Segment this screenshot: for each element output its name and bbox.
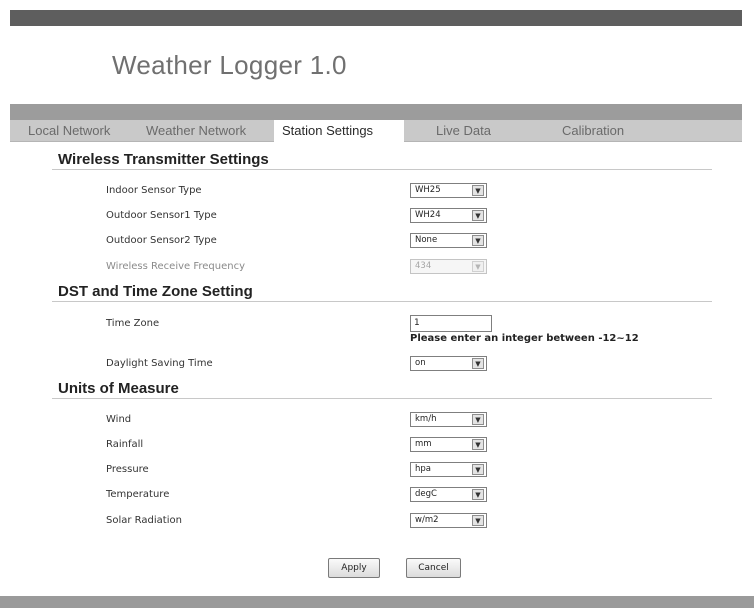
rainfall-unit-select[interactable]: mm ▼	[410, 437, 487, 452]
chevron-down-icon: ▼	[472, 414, 484, 425]
rainfall-unit-value: mm	[415, 439, 432, 449]
tab-weather-network[interactable]: Weather Network	[146, 120, 246, 142]
section-wireless-heading: Wireless Transmitter Settings	[58, 151, 269, 168]
wind-unit-value: km/h	[415, 414, 437, 424]
temperature-label: Temperature	[106, 489, 170, 500]
solar-radiation-unit-value: w/m2	[415, 515, 439, 525]
chevron-down-icon: ▼	[472, 261, 484, 272]
chevron-down-icon: ▼	[472, 489, 484, 500]
chevron-down-icon: ▼	[472, 210, 484, 221]
indoor-sensor-type-select[interactable]: WH25 ▼	[410, 183, 487, 198]
receive-frequency-value: 434	[415, 261, 432, 271]
time-zone-hint: Please enter an integer between -12~12	[410, 333, 639, 344]
section-divider	[52, 169, 712, 170]
bottom-bar	[0, 596, 754, 608]
daylight-saving-value: on	[415, 358, 426, 368]
wind-unit-select[interactable]: km/h ▼	[410, 412, 487, 427]
tab-station-settings[interactable]: Station Settings	[274, 120, 404, 142]
tab-local-network[interactable]: Local Network	[28, 120, 110, 142]
tab-strip-top	[10, 104, 742, 120]
apply-button[interactable]: Apply	[328, 558, 380, 578]
solar-radiation-unit-select[interactable]: w/m2 ▼	[410, 513, 487, 528]
daylight-saving-label: Daylight Saving Time	[106, 358, 213, 369]
tab-bar: Local Network Weather Network Station Se…	[10, 120, 742, 142]
chevron-down-icon: ▼	[472, 235, 484, 246]
rainfall-label: Rainfall	[106, 439, 144, 450]
time-zone-input[interactable]: 1	[410, 315, 492, 332]
pressure-label: Pressure	[106, 464, 149, 475]
outdoor-sensor1-type-select[interactable]: WH24 ▼	[410, 208, 487, 223]
chevron-down-icon: ▼	[472, 464, 484, 475]
outdoor-sensor1-type-label: Outdoor Sensor1 Type	[106, 210, 217, 221]
top-bar	[10, 10, 742, 26]
outdoor-sensor2-type-value: None	[415, 235, 438, 245]
temperature-unit-select[interactable]: degC ▼	[410, 487, 487, 502]
temperature-unit-value: degC	[415, 489, 437, 499]
cancel-button[interactable]: Cancel	[406, 558, 461, 578]
outdoor-sensor1-type-value: WH24	[415, 210, 441, 220]
outdoor-sensor2-type-select[interactable]: None ▼	[410, 233, 487, 248]
chevron-down-icon: ▼	[472, 515, 484, 526]
app-title: Weather Logger 1.0	[112, 50, 347, 80]
section-divider	[52, 301, 712, 302]
section-dst-heading: DST and Time Zone Setting	[58, 283, 253, 300]
section-divider	[52, 398, 712, 399]
outdoor-sensor2-type-label: Outdoor Sensor2 Type	[106, 235, 217, 246]
tab-calibration[interactable]: Calibration	[562, 120, 624, 142]
section-units-heading: Units of Measure	[58, 380, 179, 397]
chevron-down-icon: ▼	[472, 185, 484, 196]
chevron-down-icon: ▼	[472, 358, 484, 369]
indoor-sensor-type-value: WH25	[415, 185, 441, 195]
receive-frequency-label: Wireless Receive Frequency	[106, 261, 246, 272]
solar-radiation-label: Solar Radiation	[106, 515, 182, 526]
time-zone-label: Time Zone	[106, 318, 160, 329]
daylight-saving-select[interactable]: on ▼	[410, 356, 487, 371]
chevron-down-icon: ▼	[472, 439, 484, 450]
receive-frequency-select: 434 ▼	[410, 259, 487, 274]
tab-live-data[interactable]: Live Data	[436, 120, 491, 142]
indoor-sensor-type-label: Indoor Sensor Type	[106, 185, 202, 196]
wind-label: Wind	[106, 414, 132, 425]
pressure-unit-value: hpa	[415, 464, 431, 474]
pressure-unit-select[interactable]: hpa ▼	[410, 462, 487, 477]
